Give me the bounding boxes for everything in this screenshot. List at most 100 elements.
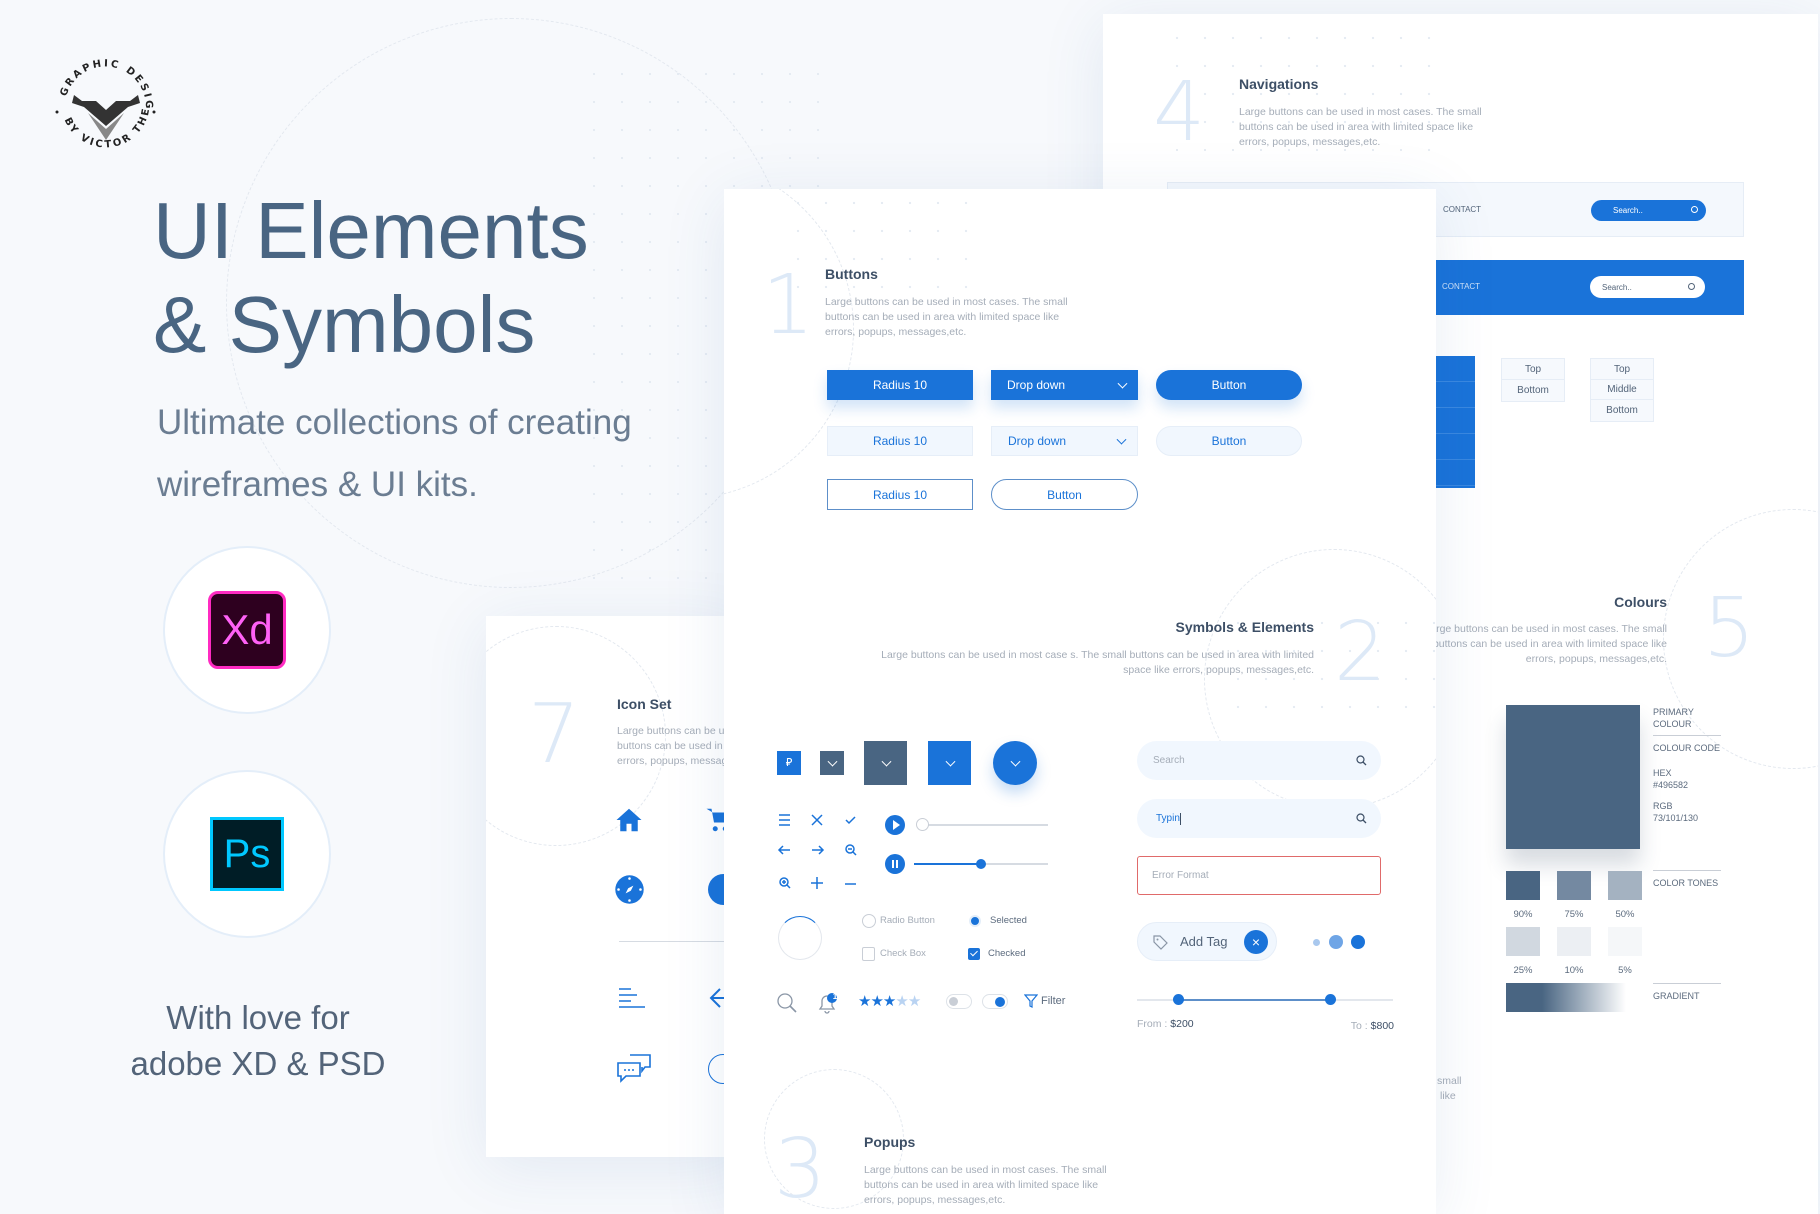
clipped-text: small like — [1437, 1075, 1462, 1102]
divider — [1653, 983, 1721, 984]
radio-button[interactable] — [862, 914, 876, 928]
error-input[interactable]: Error Format — [1137, 856, 1381, 895]
radio-label: Radio Button — [880, 915, 935, 926]
pill-button-outline[interactable]: Button — [991, 479, 1138, 510]
section-number: 3 — [774, 1122, 827, 1214]
pill-button-light[interactable]: Button — [1156, 426, 1302, 456]
checkbox[interactable] — [862, 947, 875, 961]
pill-button[interactable]: Button — [1156, 370, 1302, 400]
search-icon — [1356, 755, 1367, 766]
slider-knob[interactable] — [976, 859, 986, 869]
hero-subtitle: Ultimate collections of creating wirefra… — [157, 403, 632, 504]
section-title: Icon Set — [617, 696, 672, 712]
gradient-label: GRADIENT — [1653, 991, 1700, 1001]
chevron-down-icon — [1010, 756, 1021, 767]
arrow-left-icon — [777, 845, 790, 855]
chat-icon[interactable] — [616, 1052, 652, 1084]
nav-link-contact[interactable]: CONTACT — [1442, 282, 1480, 291]
tone-label: 10% — [1564, 965, 1584, 976]
check-icon — [845, 816, 856, 825]
range-knob-min[interactable] — [1173, 994, 1184, 1005]
star-icon[interactable]: ★ — [870, 993, 883, 1010]
home-icon[interactable] — [614, 805, 644, 835]
range-from: From : $200 — [1137, 1018, 1194, 1030]
search-input[interactable]: Search — [1137, 741, 1381, 780]
dropdown-button-light[interactable]: Drop down — [991, 426, 1138, 456]
tabs-three: Top Middle Bottom — [1590, 358, 1654, 422]
star-icon[interactable]: ★ — [883, 993, 896, 1010]
colour-code-label: COLOUR CODE — [1653, 743, 1721, 753]
remove-tag-button[interactable]: × — [1244, 930, 1268, 954]
search-pill[interactable]: Search.. — [1590, 276, 1705, 298]
xd-badge: Xd — [163, 546, 331, 714]
search-icon — [1356, 813, 1367, 824]
checkbox-checked[interactable] — [968, 948, 980, 960]
dropdown-toggle-dark[interactable] — [864, 741, 907, 785]
section-description: Large buttons can be used in most cases.… — [1239, 106, 1482, 148]
section-description: Large buttons can be used in most case s… — [881, 649, 1314, 676]
star-rating[interactable]: ★★★★★ — [858, 992, 921, 1010]
tone-label: 50% — [1615, 909, 1635, 920]
checkbox-checked-label: Checked — [988, 948, 1026, 959]
tone-swatch — [1506, 871, 1540, 900]
radio-selected-label: Selected — [990, 915, 1027, 926]
section-number: 2 — [1334, 605, 1387, 700]
audio-slider[interactable] — [914, 859, 1048, 869]
dropdown-toggle-small[interactable] — [820, 751, 844, 775]
tone-label: 90% — [1513, 909, 1533, 920]
hero-footer: With love for adobe XD & PSD — [130, 999, 386, 1082]
dropdown-toggle-blue[interactable] — [928, 741, 971, 785]
star-icon[interactable]: ★ — [908, 993, 921, 1010]
rgb-value: 73/101/130 — [1653, 813, 1699, 823]
tag-chip[interactable]: Add Tag × — [1137, 922, 1277, 961]
radio-button-selected[interactable] — [969, 915, 981, 927]
adobe-ps-icon: Ps — [210, 817, 284, 891]
search-icon[interactable] — [776, 992, 798, 1014]
dropdown-toggle-round[interactable] — [993, 741, 1037, 785]
toggle-off[interactable] — [946, 994, 972, 1009]
slider-knob[interactable] — [916, 818, 929, 831]
audio-slider[interactable] — [916, 818, 1048, 831]
filter-label[interactable]: Filter — [1041, 995, 1065, 1007]
menu-icon — [779, 814, 790, 826]
compass-icon[interactable] — [614, 874, 645, 905]
pause-button[interactable] — [885, 854, 905, 874]
chevron-down-icon — [1116, 434, 1127, 445]
checkbox-label: Check Box — [880, 948, 926, 959]
primary-colour-label: PRIMARY COLOUR — [1653, 707, 1694, 729]
tag-icon — [1153, 935, 1168, 950]
section-title: Buttons — [825, 266, 878, 282]
toggle-on[interactable] — [982, 994, 1008, 1009]
dropdown-button[interactable]: Drop down — [991, 370, 1138, 400]
hex-label: HEX — [1653, 768, 1672, 778]
rgb-label: RGB — [1653, 801, 1673, 811]
plus-icon — [811, 877, 823, 889]
radius-button-light[interactable]: Radius 10 — [827, 426, 973, 456]
radius-button[interactable]: Radius 10 — [827, 370, 973, 400]
icon-set-panel: 7 Icon Set Large buttons can be used in … — [486, 616, 746, 1157]
section-title: Popups — [864, 1134, 916, 1150]
typing-input[interactable]: Typin — [1137, 799, 1381, 838]
gradient-swatch — [1506, 983, 1626, 1012]
close-icon — [811, 814, 823, 826]
grid-icon-button[interactable]: ⃅ — [777, 751, 801, 775]
main-panel: 1 Buttons Large buttons can be used in m… — [724, 189, 1436, 1214]
star-icon[interactable]: ★ — [858, 993, 871, 1010]
section-title: Colours — [1614, 594, 1667, 610]
chevron-down-icon — [945, 756, 956, 767]
radius-button-outline[interactable]: Radius 10 — [827, 479, 973, 510]
play-button[interactable] — [885, 815, 905, 835]
pagination-dots[interactable] — [1313, 934, 1373, 950]
chevron-down-icon — [827, 756, 838, 767]
nav-link-contact[interactable]: CONTACT — [1443, 205, 1481, 214]
range-knob-max[interactable] — [1325, 994, 1336, 1005]
range-slider[interactable] — [1137, 994, 1393, 1005]
align-left-icon[interactable] — [618, 985, 646, 1009]
filter-icon[interactable] — [1024, 994, 1038, 1009]
search-pill[interactable]: Search.. — [1591, 200, 1706, 221]
divider — [1653, 735, 1721, 736]
tone-swatch — [1608, 927, 1642, 956]
star-icon[interactable]: ★ — [895, 993, 908, 1010]
ps-badge: Ps — [163, 770, 331, 938]
section-description: Large buttons can be used in most cases.… — [864, 1164, 1107, 1206]
